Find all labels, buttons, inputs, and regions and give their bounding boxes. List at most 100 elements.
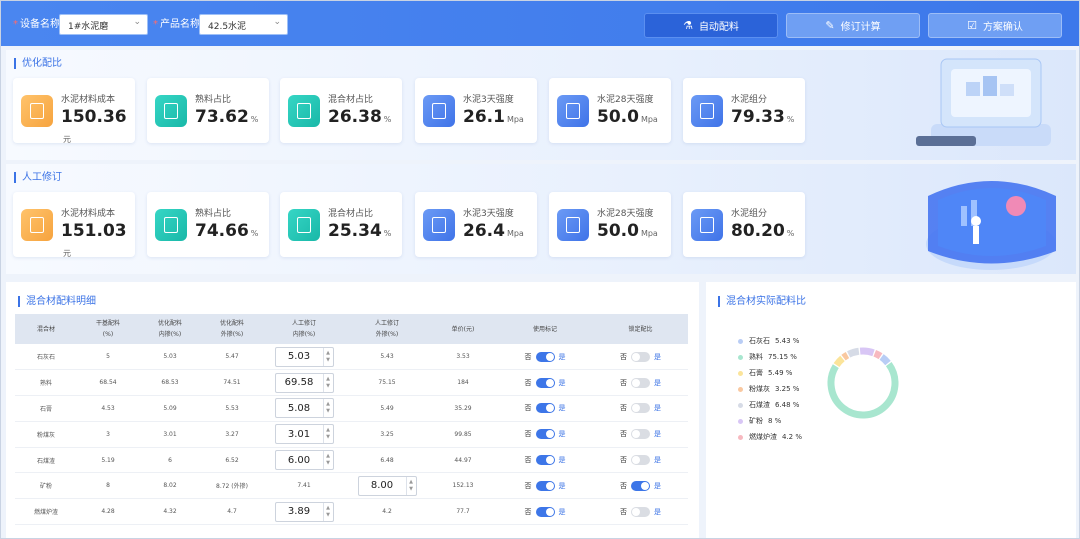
stepper[interactable]: ▲ ▼ (322, 451, 333, 470)
toggle-switch[interactable] (631, 455, 650, 466)
dry-ratio: 68.54 (77, 369, 139, 397)
toggle-switch[interactable] (631, 480, 650, 491)
toggle-switch[interactable] (631, 429, 650, 440)
kpi-unit: % (383, 229, 392, 238)
use-flag-switch[interactable]: 否是 (525, 480, 566, 491)
revise-calc-button[interactable]: ✎ 修订计算 (786, 13, 920, 38)
toggle-switch[interactable] (535, 429, 555, 440)
legend-item: 粉煤灰 3.25 % (738, 381, 802, 397)
table-row: 燃煤炉渣 4.28 4.32 4.7 3.89 ▲ ▼ 4.2 77.7 否是 否是 (15, 498, 688, 526)
toggle-switch[interactable] (535, 377, 555, 388)
confirm-plan-button[interactable]: ☑ 方案确认 (928, 13, 1062, 38)
use-flag-switch[interactable]: 否是 (525, 455, 566, 466)
dry-ratio: 8 (77, 472, 139, 500)
stepper[interactable]: ▲ ▼ (322, 425, 333, 444)
kpi-card: 水泥材料成本 151.03元 (13, 192, 135, 258)
section-title: 人工修订 (14, 172, 62, 183)
ratio-input[interactable]: 3.89 ▲ ▼ (274, 501, 334, 522)
kpi-value: 150.36元 (61, 107, 127, 144)
toggle-switch[interactable] (535, 506, 555, 517)
manual-out-ratio: 4.2 (345, 498, 429, 526)
manual-in-ratio: 7.41 (263, 472, 345, 500)
stepper[interactable]: ▲ ▼ (405, 476, 416, 495)
legend-dot (738, 338, 743, 344)
kpi-value: 80.20% (731, 221, 795, 241)
legend-dot (738, 354, 743, 360)
toggle-switch[interactable] (535, 455, 555, 466)
manual-in-ratio: 3.89 ▲ ▼ (263, 498, 345, 526)
toggle-switch[interactable] (631, 403, 650, 414)
toggle-switch[interactable] (631, 377, 650, 388)
lock-ratio-switch[interactable]: 否是 (620, 455, 661, 466)
kpi-label: 水泥28天强度 (597, 95, 654, 105)
lock-ratio-switch[interactable]: 否是 (620, 403, 661, 414)
toggle-switch[interactable] (535, 351, 555, 362)
chevron-up-icon: ▲ (326, 349, 330, 356)
manual-out-ratio: 3.25 (345, 421, 429, 448)
chevron-up-icon: ▲ (326, 504, 330, 511)
lock-ratio-switch[interactable]: 否是 (620, 351, 661, 362)
use-flag-switch[interactable]: 否是 (525, 403, 566, 414)
kpi-card: 水泥3天强度 26.1 Mpa (415, 78, 537, 143)
ratio-input[interactable]: 8.00 ▲ ▼ (357, 475, 417, 496)
donut-slice (879, 354, 891, 366)
chevron-up-icon: ▲ (326, 375, 330, 382)
kpi-unit: 元 (63, 135, 71, 144)
ratio-input[interactable]: 3.01 ▲ ▼ (274, 424, 334, 445)
auto-batch-button[interactable]: ⚗ 自动配料 (644, 13, 778, 38)
kpi-label: 水泥材料成本 (61, 209, 116, 219)
lock-ratio-switch[interactable]: 否是 (620, 480, 661, 491)
use-flag-switch[interactable]: 否是 (525, 377, 566, 388)
ratio-legend: 石灰石 5.43 % 熟料 75.15 % 石膏 5.49 % 粉煤灰 3.25 % 石煤渣 6.… (738, 333, 802, 445)
table-row: 石膏 4.53 5.09 5.53 5.08 ▲ ▼ 5.49 35.29 否是 否是 (15, 395, 688, 422)
material-name: 粉煤灰 (15, 421, 77, 448)
ratio-input[interactable]: 69.58 ▲ ▼ (274, 372, 334, 393)
toggle-switch[interactable] (631, 351, 650, 362)
kpi-value: 50.0 Mpa (597, 107, 658, 127)
device-select[interactable]: 1#水泥磨 ⌄ (59, 14, 148, 35)
kpi-unit: Mpa (640, 229, 658, 238)
kpi-unit: % (250, 115, 259, 124)
material-name: 熟料 (15, 369, 77, 397)
toggle-switch[interactable] (535, 403, 555, 414)
lock-ratio-cell: 否是 (593, 421, 688, 448)
kpi-card: 水泥28天强度 50.0 Mpa (549, 192, 671, 257)
ratio-input[interactable]: 5.08 ▲ ▼ (274, 398, 334, 419)
chevron-down-icon: ⌄ (273, 17, 281, 27)
use-flag-switch[interactable]: 否是 (525, 351, 566, 362)
opt-in-ratio: 8.02 (139, 472, 201, 500)
donut-slice (847, 347, 860, 358)
stepper[interactable]: ▲ ▼ (322, 502, 333, 521)
ratio-input[interactable]: 5.03 ▲ ▼ (274, 346, 334, 367)
toggle-switch[interactable] (535, 480, 555, 491)
donut-slice (827, 361, 899, 419)
opt-out-ratio: 4.7 (201, 498, 263, 526)
stepper[interactable]: ▲ ▼ (322, 347, 333, 366)
mix-detail-table: 混合材 干基配料 (%) 优化配料 内掺(%) 优化配料 外掺(%) 人工修订 内掺(%) 人工修… (15, 314, 688, 526)
column-header: 锁定配比 (593, 314, 688, 344)
product-label: * 产品名称 (153, 19, 200, 30)
lock-ratio-switch[interactable]: 否是 (620, 506, 661, 517)
kpi-unit: % (250, 229, 259, 238)
report-icon (423, 95, 455, 127)
chevron-down-icon: ▼ (326, 408, 330, 415)
chevron-down-icon: ▼ (326, 356, 330, 363)
lock-ratio-switch[interactable]: 否是 (620, 377, 661, 388)
use-flag-switch[interactable]: 否是 (525, 429, 566, 440)
kpi-value: 151.03元 (61, 221, 127, 258)
legend-dot (738, 402, 743, 408)
column-header: 混合材 (15, 314, 77, 344)
use-flag-cell: 否是 (497, 447, 593, 474)
kpi-unit: % (786, 229, 795, 238)
ratio-input[interactable]: 6.00 ▲ ▼ (274, 450, 334, 471)
kpi-label: 混合材占比 (328, 95, 374, 105)
chart-up-icon (155, 209, 187, 241)
product-select[interactable]: 42.5水泥 ⌄ (199, 14, 288, 35)
stepper[interactable]: ▲ ▼ (322, 399, 333, 418)
use-flag-switch[interactable]: 否是 (525, 506, 566, 517)
stepper[interactable]: ▲ ▼ (322, 373, 333, 392)
lock-ratio-switch[interactable]: 否是 (620, 429, 661, 440)
section-title: 优化配比 (14, 58, 62, 69)
unit-price: 184 (429, 369, 497, 397)
toggle-switch[interactable] (631, 506, 650, 517)
